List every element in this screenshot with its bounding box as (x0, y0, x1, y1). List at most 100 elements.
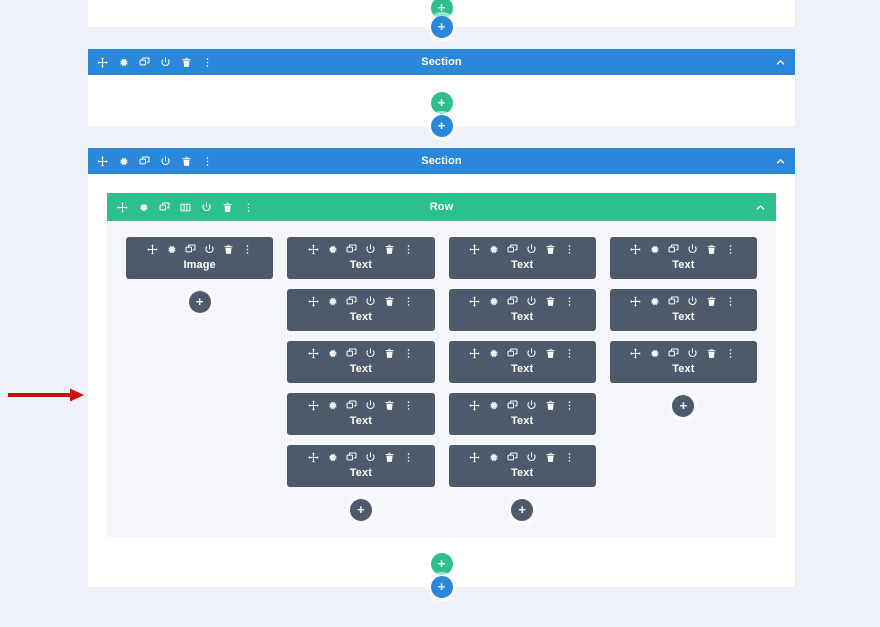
add-row-button[interactable]: + (430, 553, 453, 575)
add-module-button[interactable]: + (188, 291, 211, 313)
power-icon[interactable] (687, 296, 698, 307)
add-row-button[interactable]: + (430, 92, 453, 114)
section-2-toolbar[interactable]: Section (88, 148, 795, 174)
module-text[interactable]: Text (448, 237, 596, 279)
gear-icon[interactable] (327, 244, 338, 255)
duplicate-icon[interactable] (139, 57, 150, 68)
trash-icon[interactable] (181, 156, 192, 167)
more-options-icon[interactable] (725, 348, 736, 359)
move-icon[interactable] (117, 201, 128, 213)
gear-icon[interactable] (138, 202, 149, 213)
move-icon[interactable] (469, 244, 480, 255)
trash-icon[interactable] (545, 400, 556, 411)
move-icon[interactable] (630, 348, 642, 359)
power-icon[interactable] (204, 244, 215, 255)
more-options-icon[interactable] (243, 202, 254, 213)
gear-icon[interactable] (488, 400, 499, 411)
move-icon[interactable] (308, 452, 319, 463)
move-icon[interactable] (308, 244, 319, 255)
module-text[interactable]: Text (287, 393, 435, 435)
more-options-icon[interactable] (242, 244, 253, 255)
module-text[interactable]: Text (448, 445, 596, 487)
more-options-icon[interactable] (725, 296, 736, 307)
trash-icon[interactable] (223, 244, 234, 255)
move-icon[interactable] (97, 56, 108, 68)
gear-icon[interactable] (488, 244, 499, 255)
duplicate-icon[interactable] (346, 244, 357, 255)
power-icon[interactable] (526, 400, 537, 411)
duplicate-icon[interactable] (346, 400, 357, 411)
power-icon[interactable] (201, 201, 212, 213)
module-text[interactable]: Text (448, 341, 596, 383)
power-icon[interactable] (365, 244, 376, 255)
move-icon[interactable] (146, 244, 158, 255)
more-options-icon[interactable] (564, 244, 575, 255)
power-icon[interactable] (687, 348, 698, 359)
trash-icon[interactable] (545, 244, 556, 255)
module-text[interactable]: Text (609, 237, 757, 279)
module-image[interactable]: Image (126, 237, 274, 279)
more-options-icon[interactable] (564, 296, 575, 307)
duplicate-icon[interactable] (346, 296, 357, 307)
gear-icon[interactable] (166, 244, 177, 255)
move-icon[interactable] (97, 155, 108, 167)
add-section-button[interactable]: + (430, 576, 453, 598)
trash-icon[interactable] (222, 202, 233, 213)
power-icon[interactable] (365, 348, 376, 359)
power-icon[interactable] (526, 244, 537, 255)
power-icon[interactable] (160, 56, 171, 68)
duplicate-icon[interactable] (346, 348, 357, 359)
trash-icon[interactable] (384, 452, 395, 463)
move-icon[interactable] (630, 296, 642, 307)
more-options-icon[interactable] (403, 296, 414, 307)
duplicate-icon[interactable] (668, 348, 679, 359)
move-icon[interactable] (630, 244, 642, 255)
trash-icon[interactable] (706, 348, 717, 359)
module-text[interactable]: Text (448, 393, 596, 435)
module-text[interactable]: Text (287, 237, 435, 279)
columns-icon[interactable] (180, 202, 191, 213)
gear-icon[interactable] (327, 400, 338, 411)
move-icon[interactable] (469, 400, 480, 411)
more-options-icon[interactable] (564, 452, 575, 463)
gear-icon[interactable] (118, 156, 129, 167)
add-module-button[interactable]: + (511, 499, 534, 521)
power-icon[interactable] (526, 452, 537, 463)
duplicate-icon[interactable] (668, 296, 679, 307)
move-icon[interactable] (469, 452, 480, 463)
duplicate-icon[interactable] (346, 452, 357, 463)
duplicate-icon[interactable] (507, 244, 518, 255)
power-icon[interactable] (526, 348, 537, 359)
more-options-icon[interactable] (403, 400, 414, 411)
more-options-icon[interactable] (564, 348, 575, 359)
trash-icon[interactable] (384, 296, 395, 307)
gear-icon[interactable] (488, 296, 499, 307)
more-options-icon[interactable] (403, 452, 414, 463)
module-text[interactable]: Text (287, 341, 435, 383)
duplicate-icon[interactable] (507, 452, 518, 463)
module-text[interactable]: Text (609, 289, 757, 331)
gear-icon[interactable] (118, 57, 129, 68)
module-text[interactable]: Text (609, 341, 757, 383)
gear-icon[interactable] (649, 348, 660, 359)
move-icon[interactable] (308, 400, 319, 411)
add-module-button[interactable]: + (672, 395, 695, 417)
more-options-icon[interactable] (202, 57, 213, 68)
section-1-collapse-button[interactable] (775, 57, 786, 68)
power-icon[interactable] (365, 296, 376, 307)
gear-icon[interactable] (327, 348, 338, 359)
move-icon[interactable] (469, 348, 480, 359)
trash-icon[interactable] (384, 348, 395, 359)
power-icon[interactable] (365, 452, 376, 463)
power-icon[interactable] (160, 155, 171, 167)
module-text[interactable]: Text (448, 289, 596, 331)
more-options-icon[interactable] (403, 348, 414, 359)
trash-icon[interactable] (706, 296, 717, 307)
power-icon[interactable] (687, 244, 698, 255)
duplicate-icon[interactable] (668, 244, 679, 255)
module-text[interactable]: Text (287, 445, 435, 487)
more-options-icon[interactable] (403, 244, 414, 255)
gear-icon[interactable] (488, 452, 499, 463)
trash-icon[interactable] (384, 244, 395, 255)
duplicate-icon[interactable] (159, 202, 170, 213)
